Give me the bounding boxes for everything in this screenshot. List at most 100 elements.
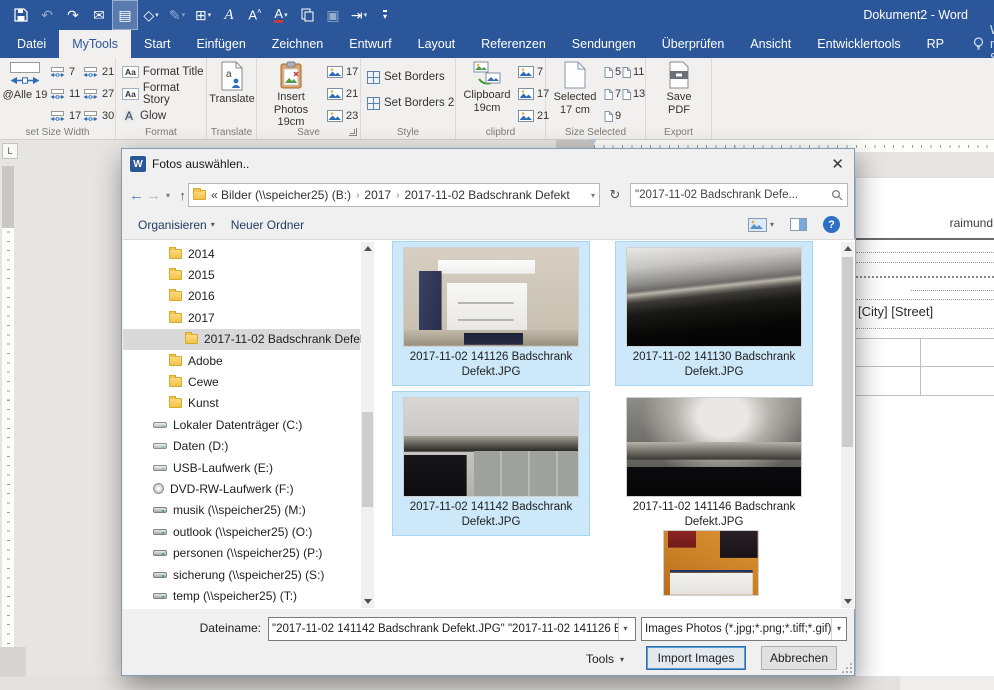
picture-icon[interactable]: ▣ bbox=[320, 0, 346, 30]
export-icon[interactable]: ⇥▾ bbox=[346, 0, 372, 30]
tools-button[interactable]: Tools▾ bbox=[586, 648, 624, 670]
ribbon-tab[interactable]: Sendungen bbox=[559, 30, 649, 58]
file-thumbnail[interactable]: 2017-11-02 141146 Badschrank Defekt.JPG bbox=[616, 392, 812, 535]
ribbon-tab[interactable]: Referenzen bbox=[468, 30, 559, 58]
ribbon-tab[interactable]: Layout bbox=[405, 30, 469, 58]
ribbon-tab[interactable]: Entwurf bbox=[336, 30, 404, 58]
ribbon-tab[interactable]: Überprüfen bbox=[649, 30, 738, 58]
photo-size-button[interactable]: 17 bbox=[327, 61, 358, 83]
set-borders-button[interactable]: Set Borders bbox=[367, 66, 454, 88]
tree-item[interactable]: Kunst bbox=[123, 393, 360, 414]
breadcrumb-2017[interactable]: 2017 bbox=[364, 188, 391, 202]
page-size-button[interactable]: 9 bbox=[604, 105, 622, 127]
tree-item[interactable]: 2017-11-02 Badschrank Defekt bbox=[123, 329, 360, 350]
ribbon-tab[interactable]: MyTools bbox=[59, 30, 131, 58]
breadcrumb-root[interactable]: « Bilder (\\speicher25) (B:) bbox=[211, 188, 351, 202]
dialog-titlebar[interactable]: W Fotos auswählen.. bbox=[122, 149, 854, 179]
preview-pane-button[interactable] bbox=[790, 218, 807, 231]
indent-marker[interactable] bbox=[589, 139, 597, 145]
ribbon-tab[interactable]: Start bbox=[131, 30, 183, 58]
tree-item[interactable]: DVD-RW-Laufwerk (F:) bbox=[123, 478, 360, 499]
page-size-button[interactable]: 7 bbox=[604, 83, 622, 105]
close-icon[interactable]: ✕ bbox=[831, 149, 844, 179]
tree-scrollbar[interactable] bbox=[361, 242, 374, 608]
photo-size-button[interactable]: 23 bbox=[327, 105, 358, 127]
ink-icon[interactable]: ✎▾ bbox=[164, 0, 190, 30]
tree-item[interactable]: 2017 bbox=[123, 307, 360, 328]
ribbon-tab[interactable]: Datei bbox=[4, 30, 59, 58]
tell-me[interactable]: Was möchten Sie tun? bbox=[973, 30, 994, 58]
scroll-up-icon[interactable] bbox=[841, 242, 854, 255]
ribbon-tab[interactable]: RP bbox=[914, 30, 957, 58]
set-all-width-button[interactable]: @Alle 19 bbox=[2, 61, 48, 102]
script-font-icon[interactable]: A bbox=[216, 0, 242, 30]
address-dropdown-icon[interactable]: ▾ bbox=[591, 191, 595, 200]
table-icon[interactable]: ⊞▾ bbox=[190, 0, 216, 30]
font-color-icon[interactable]: A▾ bbox=[268, 0, 294, 30]
set-width-button[interactable]: 17 bbox=[49, 105, 82, 127]
clipboard-19cm-button[interactable]: Clipboard 19cm bbox=[458, 61, 516, 114]
selected-17cm-button[interactable]: Selected 17 cm bbox=[548, 61, 602, 116]
set-width-button[interactable]: 7 bbox=[49, 61, 82, 83]
tree-item[interactable]: Adobe bbox=[123, 350, 360, 371]
outline-view-icon[interactable]: ▤ bbox=[112, 0, 138, 30]
tree-item[interactable]: Lokaler Datenträger (C:) bbox=[123, 414, 360, 435]
views-button[interactable]: ▾ bbox=[748, 218, 774, 232]
tree-item[interactable]: 2014 bbox=[123, 243, 360, 264]
scroll-down-icon[interactable] bbox=[361, 595, 374, 608]
translate-button[interactable]: a Translate bbox=[209, 61, 255, 106]
cancel-button[interactable]: Abbrechen bbox=[761, 646, 837, 670]
back-icon[interactable]: ← bbox=[128, 187, 145, 204]
file-list-scrollbar[interactable] bbox=[841, 242, 854, 608]
chevron-down-icon[interactable]: ▾ bbox=[831, 618, 845, 640]
address-bar[interactable]: « Bilder (\\speicher25) (B:) › 2017 › 20… bbox=[188, 183, 600, 207]
customize-qat-icon[interactable]: ▾ bbox=[372, 0, 398, 30]
file-thumbnail[interactable] bbox=[659, 530, 763, 596]
scrollbar-thumb[interactable] bbox=[362, 412, 373, 507]
set-width-button[interactable]: 11 bbox=[49, 83, 82, 105]
file-thumbnail[interactable]: 2017-11-02 141142 Badschrank Defekt.JPG bbox=[393, 392, 589, 535]
new-folder-button[interactable]: Neuer Ordner bbox=[231, 218, 304, 232]
set-width-button[interactable]: 30 bbox=[82, 105, 115, 127]
history-dropdown-icon[interactable]: ▾ bbox=[162, 191, 174, 200]
format-story-button[interactable]: AaFormat Story bbox=[122, 83, 206, 105]
page-size-button[interactable]: 5 bbox=[604, 61, 622, 83]
help-icon[interactable]: ? bbox=[823, 216, 840, 233]
breadcrumb-current-folder[interactable]: 2017-11-02 Badschrank Defekt bbox=[404, 188, 569, 202]
undo-icon[interactable]: ↶ bbox=[34, 0, 60, 30]
forward-icon[interactable]: → bbox=[145, 187, 162, 204]
refresh-icon[interactable]: ↻ bbox=[604, 183, 626, 207]
ribbon-tab[interactable]: Zeichnen bbox=[259, 30, 336, 58]
set-borders-2-button[interactable]: Set Borders 2 bbox=[367, 92, 454, 114]
shapes-icon[interactable]: ◇▾ bbox=[138, 0, 164, 30]
file-thumbnail[interactable]: 2017-11-02 141130 Badschrank Defekt.JPG bbox=[616, 242, 812, 385]
file-thumbnail[interactable]: 2017-11-02 141126 Badschrank Defekt.JPG bbox=[393, 242, 589, 385]
search-input[interactable]: "2017-11-02 Badschrank Defe... bbox=[630, 183, 848, 207]
mail-icon[interactable]: ✉ bbox=[86, 0, 112, 30]
ribbon-tab[interactable]: Ansicht bbox=[737, 30, 804, 58]
tree-item[interactable]: outlook (\\speicher25) (O:) bbox=[123, 521, 360, 542]
ribbon-tab[interactable]: Entwicklertools bbox=[804, 30, 913, 58]
paste-icon[interactable] bbox=[294, 0, 320, 30]
scroll-down-icon[interactable] bbox=[841, 595, 854, 608]
page-size-button[interactable]: 13 bbox=[622, 83, 646, 105]
set-width-button[interactable]: 27 bbox=[82, 83, 115, 105]
vertical-ruler[interactable] bbox=[2, 166, 14, 690]
photo-size-button[interactable]: 17 bbox=[518, 83, 549, 105]
tree-item[interactable]: musik (\\speicher25) (M:) bbox=[123, 500, 360, 521]
ribbon-tab[interactable]: Einfügen bbox=[183, 30, 258, 58]
scrollbar-thumb[interactable] bbox=[842, 257, 853, 447]
tree-item[interactable]: personen (\\speicher25) (P:) bbox=[123, 542, 360, 563]
format-title-button[interactable]: AaFormat Title bbox=[122, 61, 206, 83]
scroll-up-icon[interactable] bbox=[361, 242, 374, 255]
set-width-button[interactable]: 21 bbox=[82, 61, 115, 83]
tree-item[interactable]: Daten (D:) bbox=[123, 436, 360, 457]
tab-stop-selector[interactable]: L bbox=[2, 143, 18, 159]
tree-item[interactable]: Cewe bbox=[123, 371, 360, 392]
organize-button[interactable]: Organisieren▾ bbox=[138, 218, 215, 232]
page-size-button[interactable]: 11 bbox=[622, 61, 646, 83]
save-pdf-button[interactable]: Save PDF bbox=[658, 61, 700, 116]
photo-size-button[interactable]: 21 bbox=[518, 105, 549, 127]
photo-size-button[interactable]: 21 bbox=[327, 83, 358, 105]
save-icon[interactable] bbox=[8, 0, 34, 30]
